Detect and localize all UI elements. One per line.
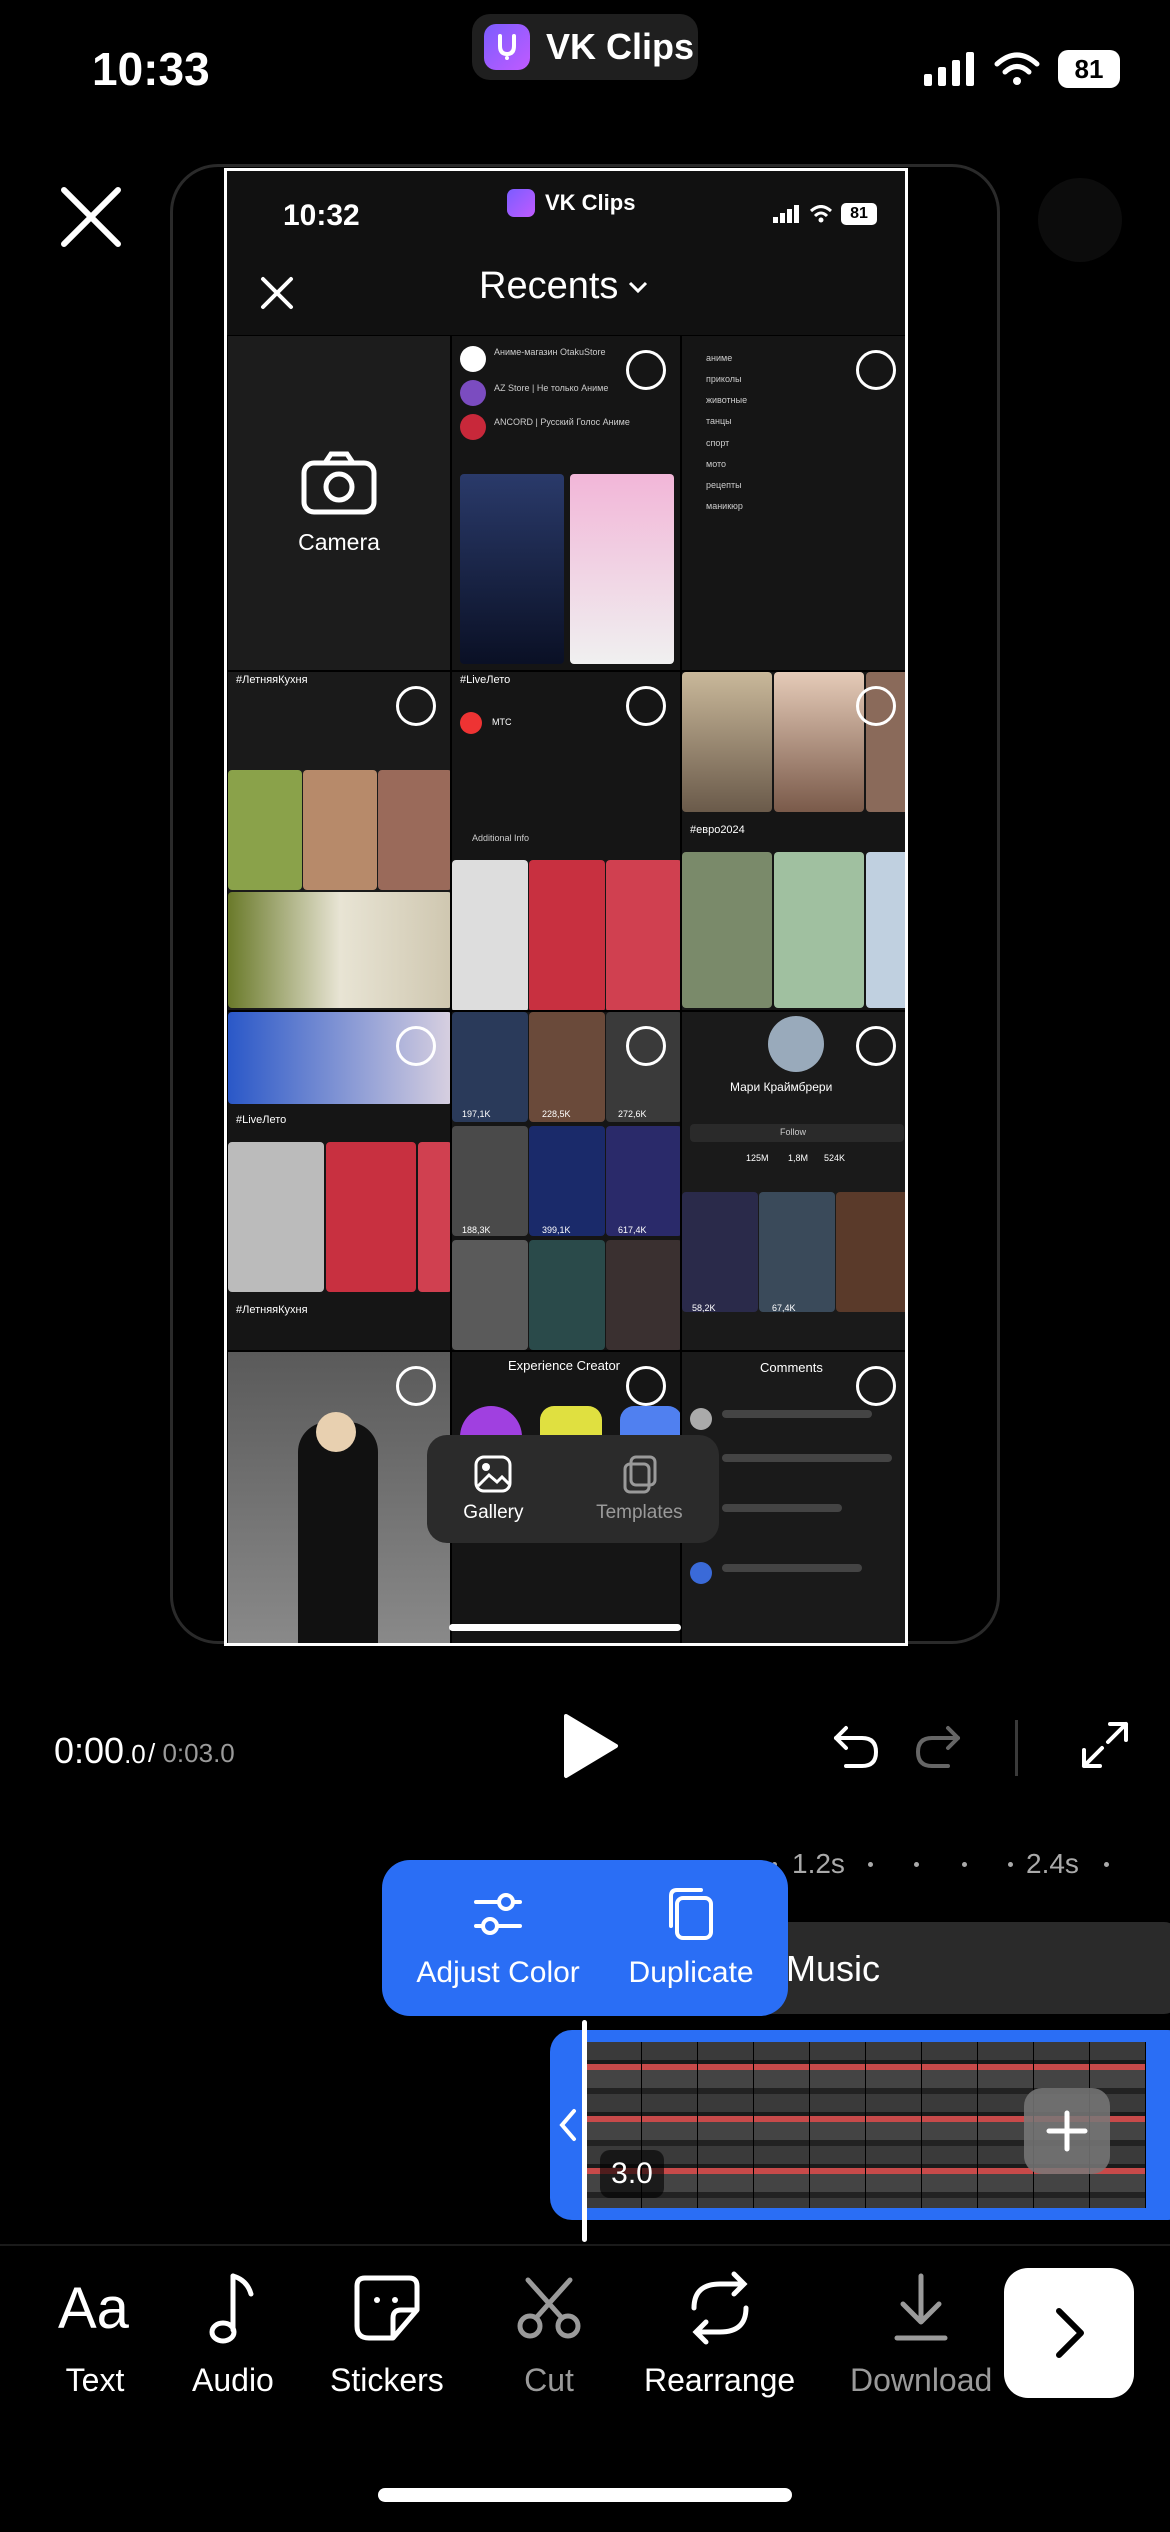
- text-tool-button[interactable]: Aa Text: [58, 2268, 132, 2399]
- preview-media-grid: Camera Аниме-магазин OtakuStore AZ Store…: [227, 335, 905, 1643]
- play-icon: [564, 1714, 618, 1778]
- gallery-icon: [474, 1455, 512, 1493]
- rearrange-icon: [691, 2271, 749, 2345]
- play-button[interactable]: [560, 1712, 620, 1780]
- adjust-color-button[interactable]: Adjust Color: [416, 1886, 580, 1990]
- clip-duration-badge: 3.0: [600, 2150, 664, 2198]
- app-name: VK Clips: [546, 26, 695, 67]
- close-icon: [61, 187, 121, 247]
- undo-button[interactable]: [830, 1720, 882, 1772]
- status-time: 10:33: [92, 43, 210, 95]
- clip-trim-handle[interactable]: [550, 2030, 586, 2220]
- current-time: 0:00.0: [54, 1730, 146, 1771]
- download-tool-button[interactable]: Download: [850, 2268, 992, 2399]
- close-button[interactable]: [56, 182, 126, 252]
- text-aa-icon: Aa: [58, 2276, 130, 2341]
- media-tile: #LiveЛето #ЛетняяКухня: [227, 1011, 451, 1351]
- status-icons: 81: [924, 50, 1120, 88]
- stickers-tool-button[interactable]: Stickers: [330, 2268, 444, 2399]
- templates-icon: [623, 1455, 657, 1494]
- bottom-toolbar: [0, 2244, 1170, 2424]
- svg-text:Aa: Aa: [58, 2276, 130, 2341]
- camera-tile: Camera: [227, 335, 451, 671]
- preview-status-time: 10:32: [283, 199, 360, 232]
- plus-icon: [1046, 2110, 1088, 2152]
- undo-icon: [834, 1726, 879, 1768]
- signal-icon: [924, 52, 974, 86]
- media-tile: #ЛетняяКухня: [227, 671, 451, 1011]
- vk-clips-logo-icon: [484, 24, 530, 70]
- preview-gallery-tab: Gallery: [463, 1454, 523, 1524]
- options-button[interactable]: [1038, 178, 1122, 262]
- expand-icon: [1082, 1722, 1128, 1768]
- preview-home-indicator: [449, 1624, 681, 1631]
- sticker-icon: [354, 2275, 420, 2341]
- sliders-icon: [474, 1893, 523, 1935]
- battery-indicator: 81: [1058, 50, 1120, 88]
- preview-recents-title: Recents: [479, 265, 648, 308]
- music-track-label: Music: [786, 1948, 881, 1989]
- redo-icon: [915, 1726, 960, 1768]
- chevron-right-icon: [1056, 2308, 1084, 2358]
- chevron-down-icon: [629, 281, 648, 293]
- preview-templates-tab: Templates: [596, 1454, 683, 1524]
- media-tile: #евро2024: [681, 671, 905, 1011]
- music-note-icon: [209, 2273, 254, 2344]
- total-time: / 0:03.0: [148, 1738, 235, 1768]
- playhead[interactable]: [582, 2020, 587, 2242]
- wifi-icon: [994, 52, 1040, 85]
- add-clip-button[interactable]: [1024, 2088, 1110, 2174]
- ruler-label: 2.4s: [1026, 1848, 1079, 1879]
- preview-status-icons: 81: [773, 203, 877, 225]
- ruler-tick: [914, 1862, 919, 1867]
- media-tile: [227, 1351, 451, 1643]
- vk-clips-mini-logo-icon: [507, 189, 535, 217]
- chevron-left-icon: [559, 2109, 576, 2141]
- preview-gallery-popup: Gallery Templates: [427, 1435, 719, 1543]
- download-icon: [894, 2273, 948, 2341]
- video-preview[interactable]: 10:32 VK Clips 81 Recents Camera Аниме-м…: [224, 168, 908, 1646]
- media-tile: Аниме-магазин OtakuStore AZ Store | Не т…: [451, 335, 681, 671]
- ruler-tick: [1008, 1862, 1013, 1867]
- ruler-tick: [962, 1862, 967, 1867]
- redo-button[interactable]: [912, 1720, 964, 1772]
- media-tile: #LiveЛето МТС Additional Info: [451, 671, 681, 1011]
- clip-context-menu: Adjust Color Duplicate: [382, 1860, 788, 2016]
- duplicate-icon: [669, 1888, 714, 1940]
- preview-close-icon: [259, 275, 295, 311]
- ruler-tick: [1104, 1862, 1109, 1867]
- app-switch-pill[interactable]: VK Clips: [472, 14, 698, 80]
- rearrange-tool-button[interactable]: Rearrange: [644, 2268, 795, 2399]
- scissors-icon: [517, 2277, 581, 2339]
- cut-tool-button[interactable]: Cut: [514, 2268, 584, 2399]
- preview-app-title: VK Clips: [507, 189, 635, 217]
- ruler-label: 1.2s: [792, 1848, 845, 1879]
- fullscreen-button[interactable]: [1080, 1720, 1130, 1770]
- media-tile: Мари Краймбрери Follow 125M 1,8M 524K 58…: [681, 1011, 905, 1351]
- next-button[interactable]: [1004, 2268, 1134, 2398]
- media-tile: аниме приколы животные танцы спорт мото рецепт…: [681, 335, 905, 671]
- controls-divider: [1015, 1720, 1018, 1776]
- audio-tool-button[interactable]: Audio: [192, 2268, 274, 2399]
- camera-icon: [301, 451, 377, 514]
- duplicate-button[interactable]: Duplicate: [629, 1886, 754, 1990]
- ruler-tick: [868, 1862, 873, 1867]
- media-tile: 197,1K 228,5K 272,6K 188,3K 399,1K 617,4…: [451, 1011, 681, 1351]
- home-indicator: [378, 2488, 792, 2502]
